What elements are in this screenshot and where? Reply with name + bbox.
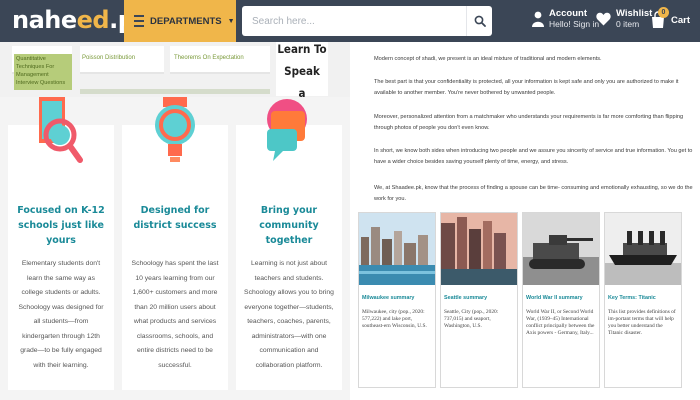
summary-card-desc: This list provides definitions of im-por… bbox=[608, 309, 676, 336]
cart-count-badge: 0 bbox=[658, 7, 669, 18]
article-panel: Modern concept of shadi, we present is a… bbox=[358, 42, 700, 400]
summary-card-title: Milwaukee summary bbox=[362, 295, 415, 301]
account-title: Account bbox=[549, 8, 587, 19]
tank-photo bbox=[523, 213, 599, 285]
summary-card-title: Seattle summary bbox=[444, 295, 488, 301]
feature-title: Designed for district success bbox=[133, 205, 217, 231]
summary-card-ww2[interactable]: World War II summary World War II, or Se… bbox=[522, 212, 600, 388]
search-button[interactable] bbox=[466, 6, 492, 36]
feature-card-district: Designed for district success Schoology … bbox=[122, 97, 228, 390]
summary-card-milwaukee[interactable]: Milwaukee summary Milwaukee, city (pop.,… bbox=[358, 212, 436, 388]
feature-body: Learning is not just about teachers and … bbox=[244, 260, 334, 369]
feature-body: Schoology has spent the last 10 years le… bbox=[131, 260, 219, 369]
search-bar bbox=[242, 6, 492, 36]
chat-bubble-icon bbox=[267, 99, 307, 161]
summary-cards: Milwaukee summary Milwaukee, city (pop.,… bbox=[358, 212, 700, 400]
logo-accent-text: ed bbox=[76, 6, 110, 34]
user-icon bbox=[532, 11, 544, 27]
feature-card-k12: Focused on K-12 schools just like yours … bbox=[8, 97, 114, 390]
article-paragraph: We, at Shaadee.pk, know that the process… bbox=[374, 185, 693, 202]
search-input[interactable] bbox=[242, 6, 466, 36]
heart-icon bbox=[596, 12, 611, 26]
logo-main-text: nahe bbox=[12, 6, 77, 34]
ship-photo bbox=[605, 213, 681, 285]
summary-card-desc: World War II, or Second World War, (1939… bbox=[526, 309, 595, 336]
divider bbox=[80, 89, 270, 94]
wishlist-link[interactable]: Wishlist 0 item bbox=[596, 8, 652, 30]
account-link[interactable]: Account Hello! Sign in bbox=[532, 8, 599, 30]
article-paragraph: The best part is that your confidentiali… bbox=[374, 79, 679, 96]
article-paragraph: Moreover, personalized attention from a … bbox=[374, 114, 684, 131]
article-paragraph: In short, we know both sides when introd… bbox=[374, 148, 693, 165]
cart-label: Cart bbox=[671, 14, 691, 26]
departments-label: DEPARTMENTS bbox=[150, 15, 222, 27]
feature-title: Bring your community together bbox=[259, 205, 319, 246]
search-icon bbox=[474, 15, 486, 27]
features-section: Focused on K-12 schools just like yours … bbox=[0, 97, 350, 400]
site-header: naheed.pk DEPARTMENTS ▼ Account Hello! S… bbox=[0, 0, 700, 42]
lightbulb-icon bbox=[155, 97, 195, 162]
summary-card-desc: Seattle, City (pop., 2020: 737,015) and … bbox=[444, 309, 499, 329]
summary-card-title: World War II summary bbox=[526, 295, 583, 301]
magnifier-tablet-icon bbox=[39, 97, 83, 163]
account-subtitle: Hello! Sign in bbox=[549, 19, 600, 29]
course-label[interactable]: Quantitative Techniques For Management I… bbox=[14, 54, 72, 90]
summary-card-titanic[interactable]: Key Terms: Titanic This list provides de… bbox=[604, 212, 682, 388]
departments-button[interactable]: DEPARTMENTS ▼ bbox=[124, 0, 236, 42]
wishlist-title: Wishlist bbox=[616, 8, 653, 19]
course-link-expectation[interactable]: Theorems On Expectation bbox=[174, 55, 244, 61]
city-photo bbox=[359, 213, 435, 285]
caret-down-icon: ▼ bbox=[227, 17, 235, 25]
cart-link[interactable]: 0 Cart bbox=[650, 7, 691, 29]
city-photo bbox=[441, 213, 517, 285]
language-card[interactable]: Learn To Speak a Language bbox=[276, 42, 333, 122]
wishlist-subtitle: 0 item bbox=[616, 19, 640, 29]
language-card-line: Learn To Speak bbox=[277, 42, 327, 78]
feature-title: Focused on K-12 schools just like yours bbox=[17, 205, 105, 246]
course-link-poisson[interactable]: Poisson Distribution bbox=[82, 55, 135, 61]
hamburger-icon bbox=[134, 15, 144, 27]
feature-card-community: Bring your community together Learning i… bbox=[236, 99, 342, 390]
article-paragraph: Modern concept of shadi, we present is a… bbox=[374, 56, 602, 62]
summary-card-title: Key Terms: Titanic bbox=[608, 295, 656, 301]
summary-card-desc: Milwaukee, city (pop., 2020: 577,222) an… bbox=[362, 309, 427, 329]
feature-body: Elementary students don't learn the same… bbox=[18, 260, 104, 369]
summary-card-seattle[interactable]: Seattle summary Seattle, City (pop., 202… bbox=[440, 212, 518, 388]
